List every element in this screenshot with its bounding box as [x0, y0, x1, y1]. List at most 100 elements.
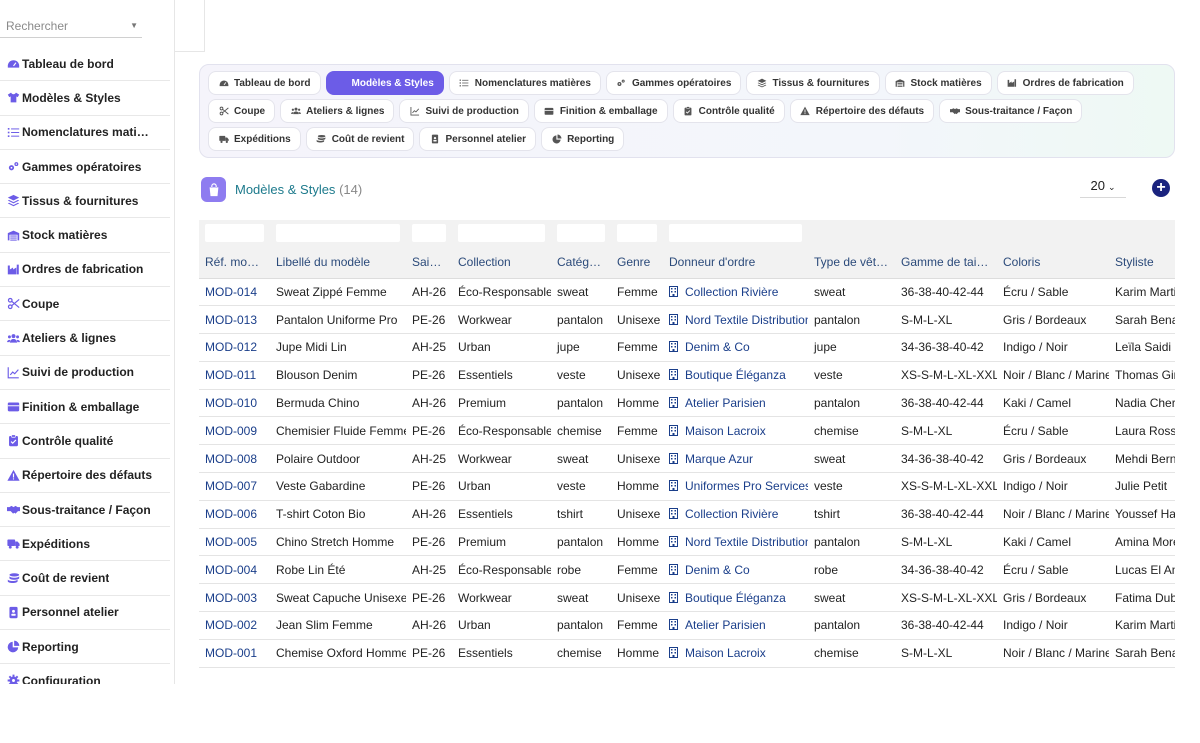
sidebar-item-clipboard-check[interactable]: Contrôle qualité: [0, 424, 170, 459]
sidebar-item-shirt[interactable]: Modèles & Styles: [0, 81, 170, 116]
table-row[interactable]: MOD-008 Polaire Outdoor AH-25 Workwear sweat…: [199, 444, 1175, 474]
table-row[interactable]: MOD-006 T-shirt Coton Bio AH-26 Essentiels t…: [199, 500, 1175, 529]
model-ref-link[interactable]: MOD-008: [199, 444, 270, 474]
add-model-button[interactable]: +: [1152, 179, 1170, 197]
client-link[interactable]: Collection Rivière: [663, 278, 808, 307]
sidebar-item-factory[interactable]: Ordres de fabrication: [0, 253, 170, 288]
column-filter-input[interactable]: [412, 224, 446, 242]
model-ref-link[interactable]: MOD-005: [199, 528, 270, 557]
column-header[interactable]: Genre: [611, 246, 663, 279]
client-link[interactable]: Marque Azur: [663, 444, 808, 474]
tab-scissors[interactable]: Coupe: [208, 99, 276, 123]
tab-warehouse[interactable]: Stock matières: [884, 71, 992, 95]
table-row[interactable]: MOD-001 Chemise Oxford Homme PE-26 Essentie…: [199, 639, 1175, 668]
sidebar-item-box[interactable]: Finition & emballage: [0, 390, 170, 425]
model-ref-link[interactable]: MOD-010: [199, 389, 270, 418]
sidebar-item-dashboard[interactable]: Tableau de bord: [0, 47, 170, 82]
column-header[interactable]: Saison: [406, 246, 452, 279]
table-row[interactable]: MOD-003 Sweat Capuche Unisexe PE-26 Workwea…: [199, 583, 1175, 613]
column-filter-input[interactable]: [458, 224, 545, 242]
column-filter-input[interactable]: [669, 224, 802, 242]
client-link[interactable]: Maison Lacroix: [663, 639, 808, 668]
column-filter-input[interactable]: [205, 224, 264, 242]
model-ref-link[interactable]: MOD-003: [199, 583, 270, 613]
client-link[interactable]: Collection Rivière: [663, 500, 808, 529]
tab-shirt[interactable]: Modèles & Styles: [325, 71, 444, 95]
model-ref-link[interactable]: MOD-012: [199, 333, 270, 362]
sidebar-item-coins[interactable]: Coût de revient: [0, 561, 170, 596]
column-header[interactable]: Coloris: [997, 246, 1109, 279]
table-row[interactable]: MOD-013 Pantalon Uniforme Pro PE-26 Workwea…: [199, 305, 1175, 335]
sidebar-item-cogs[interactable]: Gammes opératoires: [0, 150, 170, 185]
model-ref-link[interactable]: MOD-013: [199, 305, 270, 335]
tab-clipboard-check[interactable]: Contrôle qualité: [672, 99, 785, 123]
table-row[interactable]: MOD-014 Sweat Zippé Femme AH-26 Éco-Respons…: [199, 278, 1175, 307]
search-select[interactable]: Rechercher ▼: [0, 14, 142, 38]
model-ref-link[interactable]: MOD-004: [199, 555, 270, 585]
model-ref-link[interactable]: MOD-009: [199, 416, 270, 446]
client-link[interactable]: Denim & Co: [663, 333, 808, 362]
model-ref-link[interactable]: MOD-011: [199, 361, 270, 390]
tab-id-badge[interactable]: Personnel atelier: [419, 127, 537, 151]
tab-cogs[interactable]: Gammes opératoires: [605, 71, 742, 95]
column-header[interactable]: Styliste: [1109, 246, 1175, 279]
caret-down-icon[interactable]: ▼: [130, 21, 138, 30]
tab-truck[interactable]: Expéditions: [208, 127, 301, 151]
table-row[interactable]: MOD-007 Veste Gabardine PE-26 Urban veste Hom…: [199, 472, 1175, 501]
model-ref-link[interactable]: MOD-014: [199, 278, 270, 307]
table-row[interactable]: MOD-005 Chino Stretch Homme PE-26 Premium pa…: [199, 528, 1175, 557]
model-ref-link[interactable]: MOD-007: [199, 472, 270, 501]
tab-users[interactable]: Ateliers & lignes: [280, 99, 395, 123]
column-header[interactable]: Libellé du modèle: [270, 246, 406, 279]
table-row[interactable]: MOD-012 Jupe Midi Lin AH-25 Urban jupe Femme D…: [199, 333, 1175, 362]
client-link[interactable]: Nord Textile Distribution: [663, 305, 808, 335]
column-header[interactable]: Donneur d'ordre: [663, 246, 808, 279]
sidebar-item-users[interactable]: Ateliers & lignes: [0, 321, 170, 356]
client-link[interactable]: Maison Lacroix: [663, 416, 808, 446]
tab-list[interactable]: Nomenclatures matières: [448, 71, 601, 95]
column-header[interactable]: Catégorie: [551, 246, 611, 279]
sidebar-item-id-badge[interactable]: Personnel atelier: [0, 596, 170, 631]
tab-pie-chart[interactable]: Reporting: [541, 127, 625, 151]
tab-warning[interactable]: Répertoire des défauts: [789, 99, 935, 123]
tab-chart-line[interactable]: Suivi de production: [399, 99, 529, 123]
tab-coins[interactable]: Coût de revient: [305, 127, 415, 151]
tab-handshake[interactable]: Sous-traitance / Façon: [939, 99, 1083, 123]
client-link[interactable]: Nord Textile Distribution: [663, 528, 808, 557]
model-ref-link[interactable]: MOD-001: [199, 639, 270, 668]
column-filter-input[interactable]: [557, 224, 605, 242]
column-filter-input[interactable]: [617, 224, 657, 242]
sidebar-item-pie-chart[interactable]: Reporting: [0, 630, 170, 665]
tab-factory[interactable]: Ordres de fabrication: [996, 71, 1134, 95]
sidebar-item-warning[interactable]: Répertoire des défauts: [0, 459, 170, 493]
client-link[interactable]: Atelier Parisien: [663, 389, 808, 418]
client-link[interactable]: Boutique Éléganza: [663, 583, 808, 613]
client-link[interactable]: Atelier Parisien: [663, 611, 808, 640]
table-row[interactable]: MOD-011 Blouson Denim PE-26 Essentiels veste…: [199, 361, 1175, 390]
sidebar-item-scissors[interactable]: Coupe: [0, 287, 170, 322]
tab-box[interactable]: Finition & emballage: [533, 99, 668, 123]
client-link[interactable]: Boutique Éléganza: [663, 361, 808, 390]
column-header[interactable]: Gamme de tailles: [895, 246, 997, 279]
column-header[interactable]: Type de vête…: [808, 246, 895, 279]
sidebar-item-list[interactable]: Nomenclatures mati…: [0, 116, 170, 150]
column-filter-input[interactable]: [276, 224, 400, 242]
model-ref-link[interactable]: MOD-006: [199, 500, 270, 529]
model-ref-link[interactable]: MOD-002: [199, 611, 270, 640]
page-size-select[interactable]: 20 ⌄: [1080, 177, 1126, 198]
sidebar-item-gear[interactable]: Configuration: [0, 664, 170, 684]
models-table-container[interactable]: Réf. modèle Libellé du modèle Saison Collec…: [199, 220, 1175, 670]
table-row[interactable]: MOD-002 Jean Slim Femme AH-26 Urban pantalon…: [199, 611, 1175, 640]
sidebar-item-truck[interactable]: Expéditions: [0, 527, 170, 562]
table-row[interactable]: MOD-009 Chemisier Fluide Femme PE-26 Éco-Re…: [199, 416, 1175, 446]
tab-layers[interactable]: Tissus & fournitures: [746, 71, 880, 95]
table-row[interactable]: MOD-004 Robe Lin Été AH-25 Éco-Responsable r…: [199, 555, 1175, 585]
table-row[interactable]: MOD-010 Bermuda Chino AH-26 Premium pantalon…: [199, 389, 1175, 418]
sidebar-item-warehouse[interactable]: Stock matières: [0, 218, 170, 253]
client-link[interactable]: Uniformes Pro Services: [663, 472, 808, 501]
column-header[interactable]: Réf. modèle: [199, 246, 270, 279]
sidebar-item-chart-line[interactable]: Suivi de production: [0, 356, 170, 390]
sidebar-item-layers[interactable]: Tissus & fournitures: [0, 184, 170, 219]
sidebar-item-handshake[interactable]: Sous-traitance / Façon: [0, 493, 170, 528]
tab-dashboard[interactable]: Tableau de bord: [208, 71, 321, 95]
